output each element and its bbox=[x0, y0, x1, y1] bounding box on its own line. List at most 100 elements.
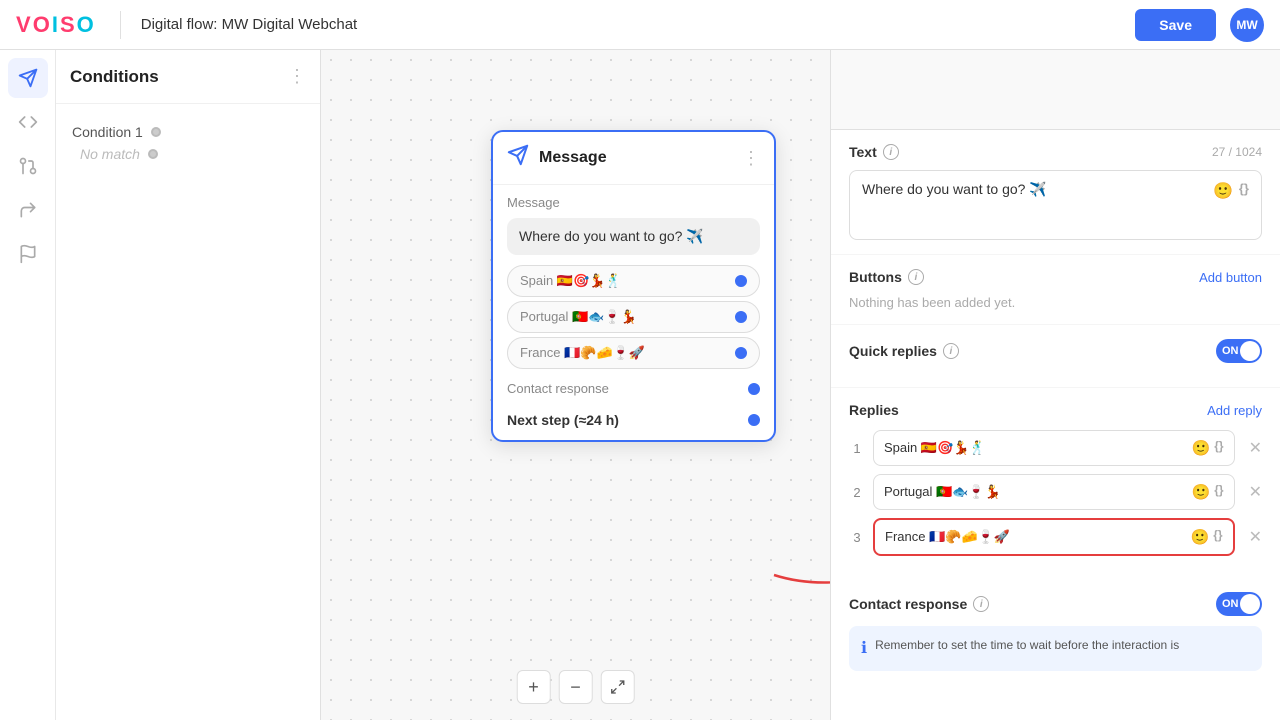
replies-title: Replies bbox=[849, 402, 899, 418]
emoji-icon[interactable]: 🙂 bbox=[1213, 181, 1233, 201]
header: VOISO Digital flow: MW Digital Webchat S… bbox=[0, 0, 1280, 50]
message-bubble: Where do you want to go? ✈️ bbox=[507, 218, 760, 255]
reply-input-1[interactable]: Spain 🇪🇸🎯💃🕺 🙂 {} bbox=[873, 430, 1235, 466]
quick-replies-toggle-label: ON bbox=[1222, 345, 1239, 357]
reply-chip-3-dot bbox=[735, 347, 747, 359]
logo-v: V bbox=[16, 12, 33, 37]
right-panel-top bbox=[831, 50, 1280, 130]
quick-replies-title: Quick replies i bbox=[849, 343, 959, 359]
quick-replies-toggle[interactable]: ON bbox=[1216, 339, 1262, 363]
canvas-controls: + − bbox=[456, 670, 695, 704]
text-section-title: Text i bbox=[849, 144, 899, 160]
reply-1-emoji-icon[interactable]: 🙂 bbox=[1192, 439, 1211, 457]
contact-response-toggle-label: ON bbox=[1222, 598, 1239, 610]
message-node: Message ⋮ Message Where do you want to g… bbox=[491, 130, 776, 442]
add-reply-link[interactable]: Add reply bbox=[1207, 403, 1262, 418]
reply-1-icons: 🙂 {} bbox=[1192, 439, 1224, 457]
save-button[interactable]: Save bbox=[1135, 9, 1216, 41]
icon-sidebar bbox=[0, 50, 56, 720]
sidebar-item-flag[interactable] bbox=[8, 234, 48, 274]
sidebar-item-send[interactable] bbox=[8, 58, 48, 98]
reply-2-emoji-icon[interactable]: 🙂 bbox=[1192, 483, 1211, 501]
info-box-text: Remember to set the time to wait before … bbox=[875, 636, 1179, 661]
reply-input-2[interactable]: Portugal 🇵🇹🐟🍷💃 🙂 {} bbox=[873, 474, 1235, 510]
avatar: MW bbox=[1230, 8, 1264, 42]
contact-response-toggle[interactable]: ON bbox=[1216, 592, 1262, 616]
reply-2-text: Portugal 🇵🇹🐟🍷💃 bbox=[884, 484, 1001, 500]
reply-input-3[interactable]: France 🇫🇷🥐🧀🍷🚀 🙂 {} bbox=[873, 518, 1235, 556]
logo-o: O bbox=[33, 12, 52, 37]
reply-chip-1-dot bbox=[735, 275, 747, 287]
contact-response-info-icon: i bbox=[973, 596, 989, 612]
sidebar-item-redirect[interactable] bbox=[8, 190, 48, 230]
reply-3-text: France 🇫🇷🥐🧀🍷🚀 bbox=[885, 529, 1010, 545]
reply-1-variable-icon[interactable]: {} bbox=[1214, 439, 1223, 457]
buttons-info-icon: i bbox=[908, 269, 924, 285]
reply-num-2: 2 bbox=[849, 485, 865, 500]
node-section-label: Message bbox=[493, 185, 774, 214]
buttons-section-title: Buttons i bbox=[849, 269, 924, 285]
main: Conditions ⋮ Condition 1 No match bbox=[0, 50, 1280, 720]
fullscreen-button[interactable] bbox=[601, 670, 635, 704]
node-menu-button[interactable]: ⋮ bbox=[742, 148, 760, 169]
text-area-value: Where do you want to go? ✈️ bbox=[862, 181, 1047, 198]
toggle-knob bbox=[1240, 341, 1260, 361]
logo-i: I bbox=[52, 12, 60, 37]
reply-3-variable-icon[interactable]: {} bbox=[1213, 528, 1222, 546]
reply-3-close-button[interactable]: ✕ bbox=[1249, 527, 1262, 547]
message-send-icon bbox=[507, 144, 529, 172]
text-section-header: Text i 27 / 1024 bbox=[849, 144, 1262, 160]
reply-row-2: 2 Portugal 🇵🇹🐟🍷💃 🙂 {} ✕ bbox=[849, 474, 1262, 510]
reply-num-3: 3 bbox=[849, 530, 865, 545]
quick-replies-section: Quick replies i ON bbox=[831, 325, 1280, 388]
condition-dot bbox=[151, 127, 161, 137]
reply-chip-3: France 🇫🇷🥐🧀🍷🚀 bbox=[507, 337, 760, 369]
next-step-label: Next step (≈24 h) bbox=[507, 412, 619, 428]
reply-1-close-button[interactable]: ✕ bbox=[1249, 438, 1262, 458]
contact-response-label: Contact response bbox=[507, 381, 609, 396]
logo: VOISO bbox=[16, 12, 96, 38]
condition-item: Condition 1 No match bbox=[56, 104, 320, 170]
zoom-out-button[interactable]: − bbox=[559, 670, 593, 704]
text-section: Text i 27 / 1024 Where do you want to go… bbox=[831, 130, 1280, 255]
variable-icon[interactable]: {} bbox=[1239, 181, 1249, 201]
contact-response-section: Contact response i ON ℹ Remember to set … bbox=[831, 578, 1280, 685]
reply-3-emoji-icon[interactable]: 🙂 bbox=[1191, 528, 1210, 546]
no-match-label: No match bbox=[80, 146, 140, 162]
conditions-menu-button[interactable]: ⋮ bbox=[288, 66, 306, 87]
logo-s: S bbox=[60, 12, 77, 37]
contact-response-title: Contact response i bbox=[849, 596, 989, 612]
quick-replies-header: Quick replies i ON bbox=[849, 339, 1262, 363]
buttons-section: Buttons i Add button Nothing has been ad… bbox=[831, 255, 1280, 325]
sidebar-item-branch[interactable] bbox=[8, 146, 48, 186]
conditions-title: Conditions bbox=[70, 67, 159, 87]
reply-chip-1: Spain 🇪🇸🎯💃🕺 bbox=[507, 265, 760, 297]
char-count: 27 / 1024 bbox=[1212, 145, 1262, 159]
reply-chip-1-text: Spain 🇪🇸🎯💃🕺 bbox=[520, 273, 622, 289]
reply-2-variable-icon[interactable]: {} bbox=[1214, 483, 1223, 501]
replies-header: Replies Add reply bbox=[849, 402, 1262, 418]
no-match-dot bbox=[148, 149, 158, 159]
next-step-row: Next step (≈24 h) bbox=[493, 404, 774, 440]
conditions-panel: Conditions ⋮ Condition 1 No match bbox=[56, 50, 321, 720]
conditions-header: Conditions ⋮ bbox=[56, 50, 320, 104]
logo-o2: O bbox=[77, 12, 96, 37]
header-divider bbox=[120, 11, 121, 39]
message-node-header: Message ⋮ bbox=[493, 132, 774, 185]
sidebar-item-code[interactable] bbox=[8, 102, 48, 142]
next-step-dot bbox=[748, 414, 760, 426]
text-area[interactable]: Where do you want to go? ✈️ 🙂 {} bbox=[849, 170, 1262, 240]
condition-label: Condition 1 bbox=[72, 124, 143, 140]
reply-num-1: 1 bbox=[849, 441, 865, 456]
buttons-section-header: Buttons i Add button bbox=[849, 269, 1262, 285]
quick-replies-info-icon: i bbox=[943, 343, 959, 359]
reply-2-close-button[interactable]: ✕ bbox=[1249, 482, 1262, 502]
reply-3-icons: 🙂 {} bbox=[1191, 528, 1223, 546]
contact-response-toggle-knob bbox=[1240, 594, 1260, 614]
page-title: Digital flow: MW Digital Webchat bbox=[141, 16, 1136, 33]
add-button-link[interactable]: Add button bbox=[1199, 270, 1262, 285]
canvas: Message ⋮ Message Where do you want to g… bbox=[321, 50, 830, 720]
reply-1-text: Spain 🇪🇸🎯💃🕺 bbox=[884, 440, 986, 456]
nothing-added-text: Nothing has been added yet. bbox=[849, 295, 1262, 310]
zoom-in-button[interactable]: + bbox=[517, 670, 551, 704]
